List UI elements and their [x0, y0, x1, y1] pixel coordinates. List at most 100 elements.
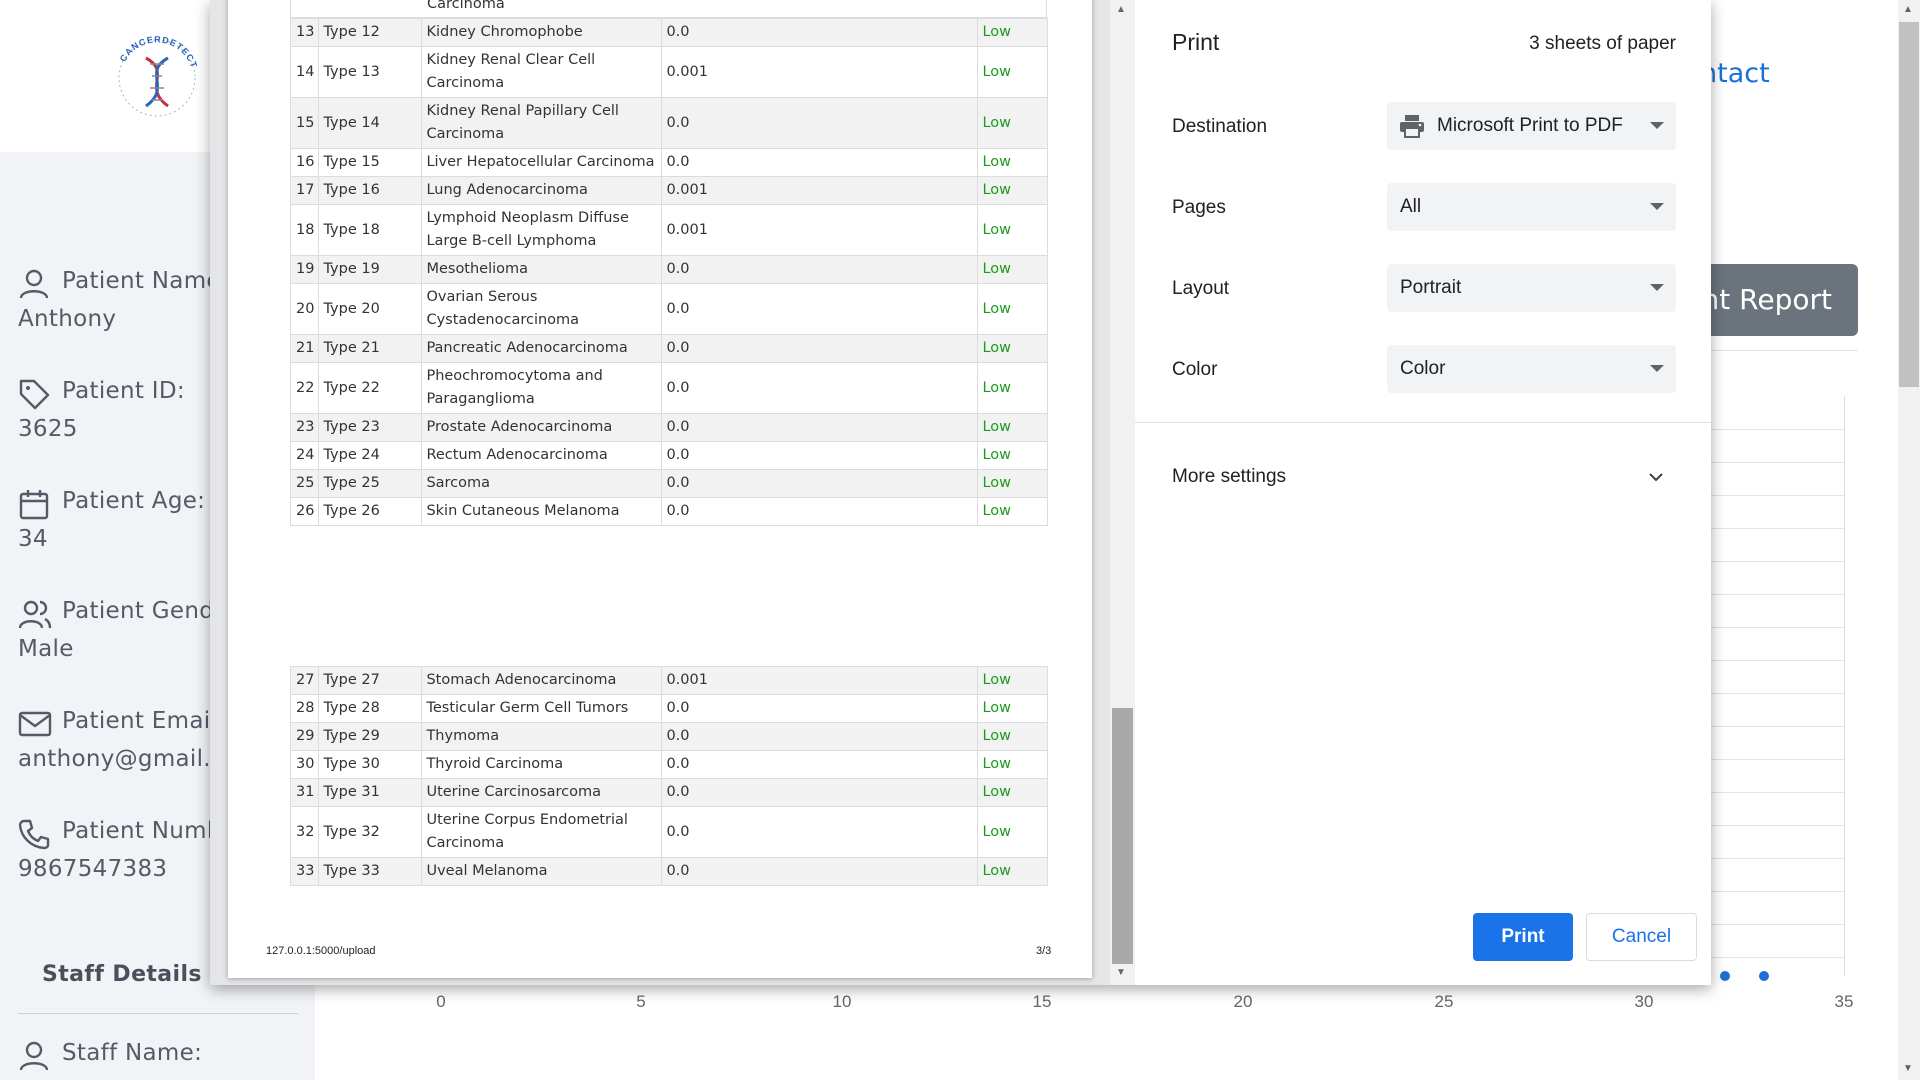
row-number-cell: 24 [289, 441, 320, 470]
user-icon [19, 1041, 49, 1071]
risk-level-cell: Low [977, 362, 1049, 414]
patient-id-label: Patient ID: [62, 378, 185, 404]
chart-gridline [1710, 891, 1845, 892]
patient-email-label: Patient Email: [62, 708, 226, 734]
row-number-cell: 16 [289, 148, 320, 177]
dropdown-caret-icon [1650, 365, 1664, 372]
row-number-cell: 25 [289, 469, 320, 498]
pages-value: All [1400, 196, 1422, 217]
probability-cell: 0.0 [661, 18, 979, 47]
destination-value: Microsoft Print to PDF [1437, 115, 1623, 136]
patient-name-value: Anthony [18, 306, 117, 332]
phone-icon [18, 819, 50, 850]
scroll-down-arrow-icon[interactable]: ▼ [1116, 967, 1126, 978]
table-row: 27 Type 27 Stomach Adenocarcinoma 0.001 Low [289, 666, 1049, 695]
chart-gridline [1710, 462, 1845, 463]
table-row: 15 Type 14 Kidney Renal Papillary Cell Car… [289, 97, 1049, 149]
row-type-cell: Type 18 [318, 204, 423, 256]
row-type-cell: Type 15 [318, 148, 423, 177]
probability-cell: 0.0 [661, 283, 979, 335]
row-number-cell: 30 [289, 750, 320, 779]
cancer-name-cell: Lymphoid Neoplasm Diffuse Large B-cell L… [421, 204, 663, 256]
user-icon [19, 269, 49, 299]
probability-cell: 0.0 [661, 413, 979, 442]
row-type-cell: Type 20 [318, 283, 423, 335]
printer-icon [1400, 115, 1424, 138]
scroll-up-arrow-icon[interactable]: ▲ [1903, 4, 1913, 15]
probability-cell: 0.0 [661, 255, 979, 284]
sidebar-header: CANCERDETECT [0, 0, 210, 152]
probability-cell: 0.0 [661, 750, 979, 779]
color-value: Color [1400, 358, 1446, 379]
destination-select[interactable]: Microsoft Print to PDF [1387, 102, 1676, 150]
risk-level-cell: Low [977, 18, 1049, 47]
chart-gridline [1710, 495, 1845, 496]
row-number-cell: 27 [289, 666, 320, 695]
probability-cell: 0.0 [661, 441, 979, 470]
staff-name-label: Staff Name: [62, 1040, 203, 1066]
row-number-cell: 14 [289, 46, 320, 98]
color-select[interactable]: Color [1387, 345, 1676, 393]
x-tick-label: 35 [1834, 992, 1854, 1011]
table-row: 24 Type 24 Rectum Adenocarcinoma 0.0 Low [289, 441, 1049, 470]
cancer-name-cell: Thyroid Carcinoma [421, 750, 663, 779]
dna-logo-icon: CANCERDETECT [118, 34, 198, 117]
table-row: 32 Type 32 Uterine Corpus Endometrial Carc… [289, 806, 1049, 858]
pages-label: Pages [1172, 197, 1226, 218]
scroll-down-arrow-icon[interactable]: ▼ [1903, 1063, 1913, 1074]
chart-gridline [1710, 594, 1845, 595]
row-type-cell: Type 23 [318, 413, 423, 442]
x-tick-label: 20 [1233, 992, 1253, 1011]
table-row: 17 Type 16 Lung Adenocarcinoma 0.001 Low [289, 176, 1049, 205]
table-row: 14 Type 13 Kidney Renal Clear Cell Carcino… [289, 46, 1049, 98]
row-number-cell: 18 [289, 204, 320, 256]
staff-details-heading: Staff Details [42, 962, 202, 987]
probability-cell: 0.0 [661, 362, 979, 414]
x-tick-label: 5 [636, 992, 646, 1011]
cancer-name-cell: Kidney Renal Papillary Cell Carcinoma [421, 97, 663, 149]
table-row: 29 Type 29 Thymoma 0.0 Low [289, 722, 1049, 751]
results-table-part2: 27 Type 27 Stomach Adenocarcinoma 0.001 Low 2… [289, 666, 1049, 886]
dropdown-caret-icon [1650, 203, 1664, 210]
row-number-cell: 19 [289, 255, 320, 284]
cancer-name-cell: Ovarian Serous Cystadenocarcinoma [421, 283, 663, 335]
probability-cell: 0.0 [661, 722, 979, 751]
cancel-button[interactable]: Cancel [1586, 913, 1697, 961]
table-row: 18 Type 18 Lymphoid Neoplasm Diffuse Large… [289, 204, 1049, 256]
risk-level-cell: Low [977, 722, 1049, 751]
print-title: Print [1172, 29, 1220, 55]
risk-level-cell: Low [977, 204, 1049, 256]
row-type-cell: Type 14 [318, 97, 423, 149]
layout-select[interactable]: Portrait [1387, 264, 1676, 312]
more-settings-toggle[interactable]: More settings [1172, 466, 1286, 488]
row-number-cell: 15 [289, 97, 320, 149]
row-number-cell: 20 [289, 283, 320, 335]
print-dialog: Carcinoma 13 Type 12 Kidney Chromophobe 0.0… [210, 0, 1711, 985]
mail-icon [18, 711, 52, 737]
cancer-name-cell: Sarcoma [421, 469, 663, 498]
print-preview-area: Carcinoma 13 Type 12 Kidney Chromophobe 0.0… [210, 0, 1135, 985]
probability-cell: 0.0 [661, 806, 979, 858]
chart-gridline [1710, 924, 1845, 925]
print-settings-panel: Print 3 sheets of paper Destination Micr… [1135, 0, 1711, 985]
cancer-name-cell: Rectum Adenocarcinoma [421, 441, 663, 470]
cancer-name-cell: Thymoma [421, 722, 663, 751]
table-row: 23 Type 23 Prostate Adenocarcinoma 0.0 Low [289, 413, 1049, 442]
chart-gridline [1710, 561, 1845, 562]
users-icon [18, 600, 52, 629]
row-type-cell: Type 33 [318, 857, 423, 886]
pages-select[interactable]: All [1387, 183, 1676, 231]
row-number-cell: 21 [289, 334, 320, 363]
page-scrollbar-thumb[interactable] [1899, 22, 1919, 387]
table-row: 13 Type 12 Kidney Chromophobe 0.0 Low [289, 18, 1049, 47]
preview-scrollbar-thumb[interactable] [1112, 708, 1133, 964]
risk-level-cell: Low [977, 283, 1049, 335]
chevron-down-icon[interactable] [1647, 470, 1665, 484]
print-button[interactable]: Print [1473, 913, 1573, 961]
probability-cell: 0.001 [661, 46, 979, 98]
table-row: 33 Type 33 Uveal Melanoma 0.0 Low [289, 857, 1049, 886]
probability-cell: 0.0 [661, 694, 979, 723]
cancer-name-cell: Uterine Carcinosarcoma [421, 778, 663, 807]
dropdown-caret-icon [1650, 122, 1664, 129]
scroll-up-arrow-icon[interactable]: ▲ [1116, 4, 1126, 15]
